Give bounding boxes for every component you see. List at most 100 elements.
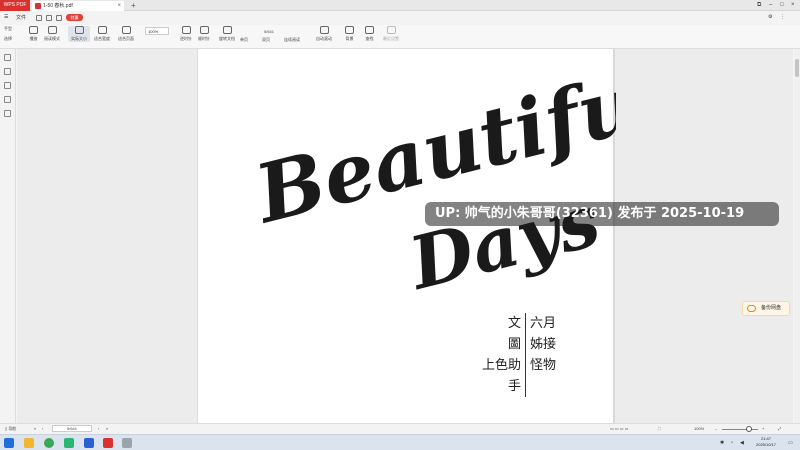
- first-page-icon[interactable]: «: [34, 424, 36, 434]
- app-icon[interactable]: [84, 438, 94, 448]
- signature-icon[interactable]: [4, 110, 11, 117]
- minimize-icon[interactable]: –: [769, 0, 772, 11]
- menu-file[interactable]: 文件: [16, 14, 26, 21]
- fit-width-label: 适合宽度: [94, 36, 110, 41]
- system-clock[interactable]: 21:47 2025/10/17: [756, 436, 776, 448]
- comment-icon[interactable]: [4, 82, 11, 89]
- document-tab-title: 1-50 春秋.pdf: [43, 3, 73, 9]
- background-label: 背景: [345, 36, 354, 41]
- hamburger-icon[interactable]: ☰: [4, 14, 8, 20]
- reading-mode-button[interactable]: 阅读模式: [44, 26, 60, 42]
- cloud-backup-button[interactable]: 备份网盘: [742, 301, 790, 316]
- cloud-backup-label: 备份网盘: [761, 305, 782, 311]
- page-indicator[interactable]: 5/641: [248, 28, 290, 35]
- prev-page-icon[interactable]: ‹: [42, 424, 43, 434]
- next-page-icon[interactable]: ›: [98, 424, 99, 434]
- thumbnail-icon[interactable]: [4, 68, 11, 75]
- continuous-label: 连续阅读: [284, 37, 300, 42]
- wps-taskbar-icon[interactable]: [103, 438, 113, 448]
- fit-page-label: 适合页面: [118, 36, 134, 41]
- promo-badge[interactable]: 特惠: [66, 14, 83, 21]
- credit-name: 怪物: [530, 358, 557, 373]
- recent-settings-label: 最近设置: [383, 36, 399, 41]
- close-window-icon[interactable]: ×: [791, 0, 795, 11]
- scroll-thumb[interactable]: [795, 59, 799, 77]
- browser-icon[interactable]: [44, 438, 54, 448]
- menu-bar: ☰ 文件 特惠 ⚙ ⋮: [0, 11, 800, 25]
- rotate-doc-icon: [222, 26, 232, 34]
- document-tab[interactable]: 1-50 春秋.pdf ×: [32, 1, 124, 11]
- more-icon[interactable]: ⋮: [780, 14, 785, 20]
- rotate-right-label: 顺时针: [198, 36, 210, 41]
- zoom-in-icon[interactable]: +: [762, 424, 764, 434]
- zoom-input[interactable]: 100%: [145, 27, 169, 35]
- start-icon[interactable]: [4, 438, 14, 448]
- print-icon[interactable]: [56, 15, 62, 21]
- tab-bar: WPS PDF 1-50 春秋.pdf × + ⧉ – □ ×: [0, 0, 800, 11]
- rotate-doc-button[interactable]: 旋转文档: [219, 26, 235, 42]
- search-icon: [365, 26, 374, 34]
- network-icon[interactable]: ◔: [730, 438, 733, 448]
- recent-settings-button[interactable]: 最近设置: [383, 26, 399, 42]
- single-page-label: 单页: [240, 37, 248, 42]
- search-button[interactable]: 查找: [365, 26, 374, 42]
- search-label: 查找: [365, 36, 374, 41]
- status-page-input[interactable]: 5/641: [52, 425, 92, 432]
- actual-size-button[interactable]: 实际大小: [68, 26, 90, 42]
- file-explorer-icon[interactable]: [24, 438, 34, 448]
- open-icon[interactable]: [36, 15, 42, 21]
- restore-icon[interactable]: ⧉: [757, 0, 761, 11]
- background-button[interactable]: 背景: [345, 26, 354, 42]
- credit-row: 上色助手 怪物: [470, 355, 556, 397]
- play-icon: [29, 26, 38, 34]
- navigation-toggle[interactable]: ▯ 导航: [5, 424, 16, 434]
- rotate-right-icon: [199, 26, 209, 34]
- rotate-right-button[interactable]: 顺时针: [198, 26, 210, 42]
- credit-role: 上色助手: [470, 355, 526, 397]
- app-badge[interactable]: WPS PDF: [0, 0, 30, 11]
- book-icon: [47, 26, 57, 34]
- zoom-slider[interactable]: [722, 429, 758, 430]
- status-bar: ▯ 导航 « ‹ 5/641 › » ▭ ▭ ▭ ▭ ⛶ 100% – + ⤢: [0, 423, 800, 434]
- auto-scroll-button[interactable]: 自动滚动: [316, 26, 332, 42]
- double-page-button[interactable]: 双页: [262, 37, 270, 43]
- status-zoom-value[interactable]: 100%: [694, 424, 704, 434]
- last-page-icon[interactable]: »: [106, 424, 108, 434]
- rotate-left-icon: [181, 26, 191, 34]
- background-icon: [345, 26, 354, 34]
- continuous-button[interactable]: 连续阅读: [284, 37, 300, 43]
- pinned-app-icon[interactable]: [122, 438, 132, 448]
- recent-settings-icon: [386, 26, 396, 34]
- view-mode-icons[interactable]: ▭ ▭ ▭ ▭: [610, 424, 628, 434]
- settings-icon[interactable]: ⚙: [768, 14, 772, 20]
- media-app-icon[interactable]: [64, 438, 74, 448]
- maximize-icon[interactable]: □: [780, 0, 784, 11]
- select-tool-button[interactable]: 选择: [4, 36, 12, 42]
- fit-page-button[interactable]: 适合页面: [118, 26, 134, 42]
- single-page-button[interactable]: 单页: [240, 37, 248, 43]
- rotate-left-button[interactable]: 逆时针: [180, 26, 192, 42]
- volume-icon[interactable]: ◀: [740, 438, 744, 448]
- add-tab-icon[interactable]: +: [131, 0, 136, 11]
- attachment-icon[interactable]: [4, 96, 11, 103]
- hand-label: 手型: [4, 26, 12, 31]
- credit-row: 文 六月: [470, 313, 556, 334]
- fullscreen-icon[interactable]: ⛶: [658, 424, 661, 434]
- bluetooth-icon[interactable]: ✱: [720, 438, 724, 448]
- uploader-overlay: UP: 帅气的小朱哥哥(32361) 发布于 2025-10-19: [425, 202, 779, 226]
- vertical-scrollbar[interactable]: [794, 49, 800, 423]
- fit-icon[interactable]: ⤢: [778, 424, 781, 434]
- rotate-left-label: 逆时针: [180, 36, 192, 41]
- play-button[interactable]: 播放: [29, 26, 38, 42]
- zoom-slider-knob[interactable]: [746, 426, 752, 432]
- hand-tool-button[interactable]: 手型: [4, 26, 12, 32]
- fit-page-icon: [121, 26, 131, 34]
- notification-icon[interactable]: ▭: [788, 438, 793, 448]
- fit-width-button[interactable]: 适合宽度: [94, 26, 110, 42]
- reading-mode-label: 阅读模式: [44, 36, 60, 41]
- close-tab-icon[interactable]: ×: [117, 1, 121, 11]
- zoom-out-icon[interactable]: –: [715, 424, 717, 434]
- credit-row: 圖 姊接: [470, 334, 556, 355]
- bookmark-icon[interactable]: [4, 54, 11, 61]
- save-icon[interactable]: [46, 15, 52, 21]
